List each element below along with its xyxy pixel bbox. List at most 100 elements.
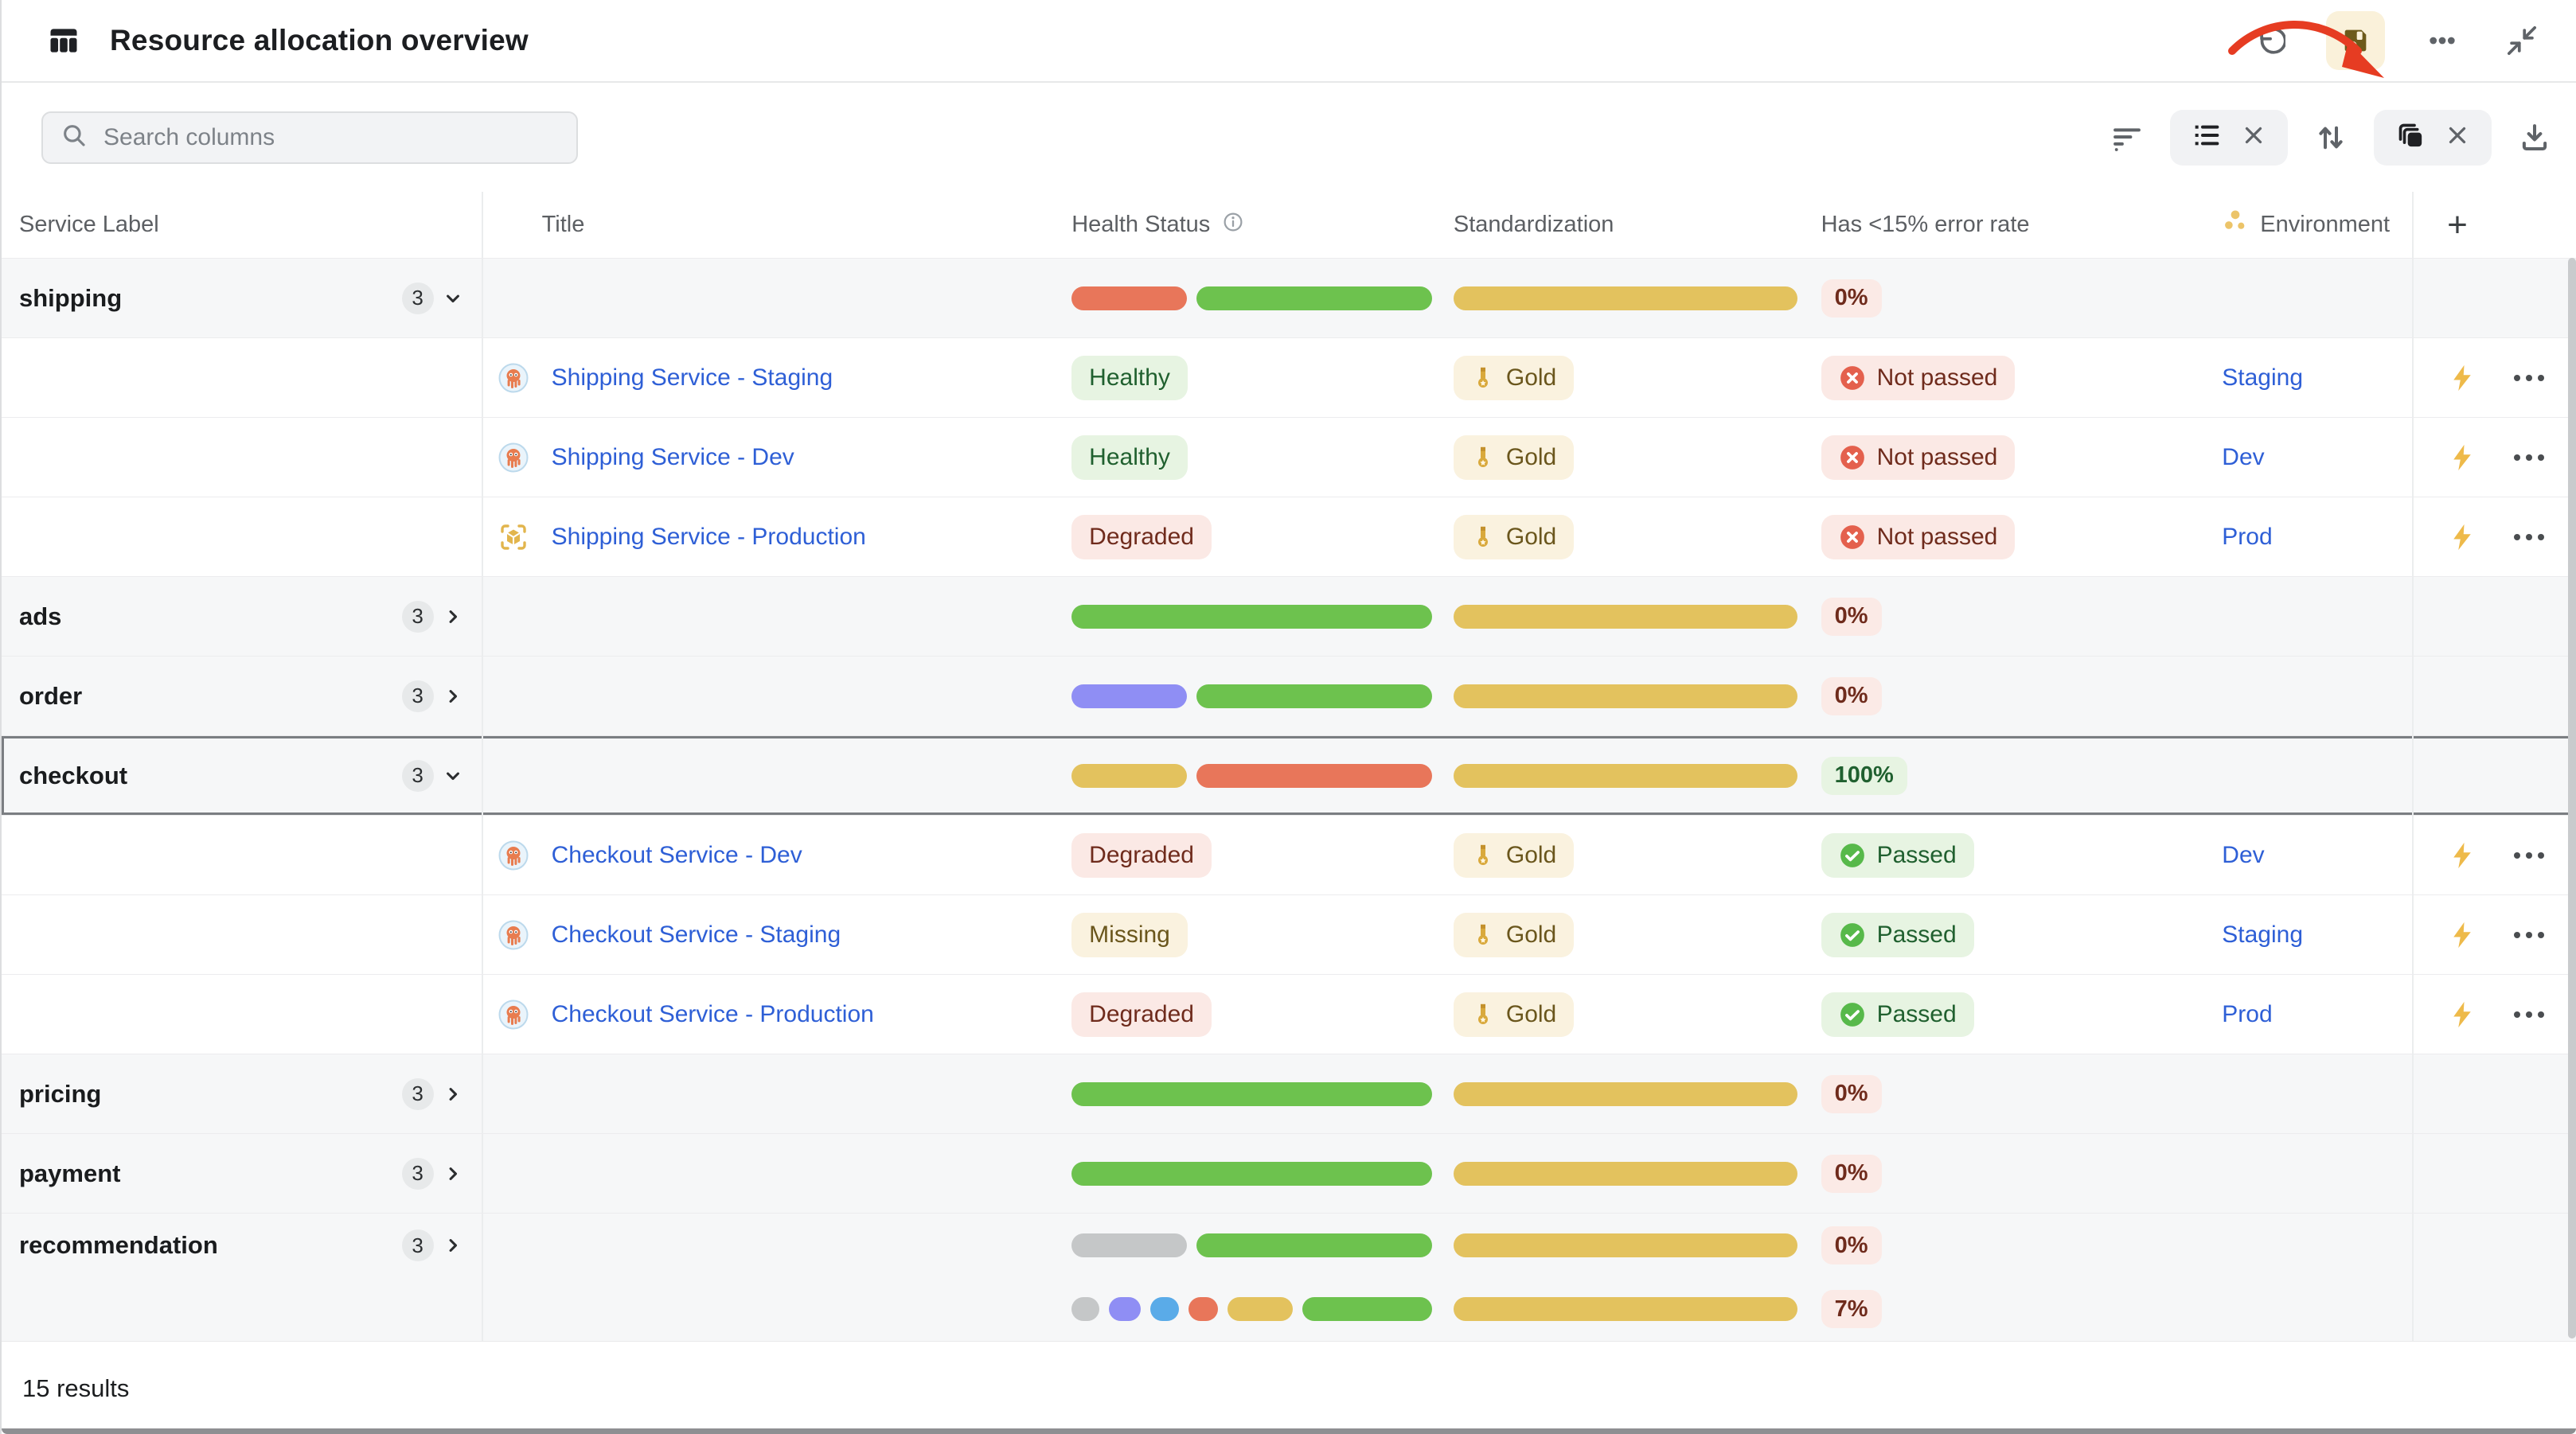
group-controls: 3: [402, 283, 482, 314]
group-by-chip[interactable]: [2170, 110, 2288, 166]
service-label-cell: recommendation3: [2, 1214, 483, 1277]
group-row[interactable]: recommendation30%: [2, 1214, 2576, 1277]
filter-icon[interactable]: [2105, 115, 2149, 160]
service-label-cell: checkout3: [2, 736, 483, 815]
group-row[interactable]: checkout3100%: [2, 736, 2576, 816]
row-menu-button[interactable]: [2514, 852, 2544, 859]
group-row[interactable]: payment30%: [2, 1134, 2576, 1214]
group-label: pricing: [19, 1080, 101, 1109]
service-label-cell: [2, 418, 483, 497]
toolbar: [2, 83, 2576, 192]
standardization-cell: Gold: [1438, 975, 1805, 1054]
group-row[interactable]: shipping30%: [2, 259, 2576, 338]
collapse-icon[interactable]: [2500, 18, 2544, 63]
row-menu-button[interactable]: [2514, 1011, 2544, 1018]
group-label: payment: [19, 1159, 120, 1188]
passed-badge: Passed: [1821, 833, 1974, 878]
environment-link[interactable]: Staging: [2222, 364, 2303, 392]
bar-segment: [1071, 286, 1187, 310]
save-button[interactable]: [2326, 11, 2385, 70]
add-column-button[interactable]: +: [2412, 192, 2576, 258]
health-status-bar: [1071, 684, 1432, 708]
chevron-down-icon[interactable]: [442, 287, 464, 310]
column-header-title[interactable]: Title: [483, 192, 1056, 258]
bar-segment: [1071, 605, 1432, 629]
health-status-bar: [1071, 1082, 1432, 1106]
clear-stack-icon[interactable]: [2444, 122, 2471, 153]
search-input[interactable]: [103, 124, 559, 151]
bolt-icon[interactable]: [2447, 920, 2477, 950]
standardization-bar: [1454, 1233, 1797, 1257]
chevron-down-icon[interactable]: [442, 765, 464, 787]
chevron-right-icon[interactable]: [442, 685, 464, 707]
bolt-icon[interactable]: [2447, 442, 2477, 473]
row-menu-button[interactable]: [2514, 932, 2544, 938]
undo-button[interactable]: [2246, 18, 2291, 63]
search-columns-box[interactable]: [41, 111, 578, 164]
health-status-cell: Healthy: [1056, 338, 1438, 417]
column-header-service-label[interactable]: Service Label: [2, 192, 483, 258]
window-bottom-edge: [2, 1428, 2576, 1434]
column-header-environment[interactable]: Environment: [2203, 192, 2412, 258]
title-cell: [483, 259, 1056, 337]
column-header-error-rate[interactable]: Has <15% error rate: [1805, 192, 2203, 258]
badge-label: Gold: [1506, 1001, 1556, 1028]
service-label-cell: [2, 1277, 483, 1341]
title-link[interactable]: Shipping Service - Dev: [552, 444, 794, 471]
bolt-icon[interactable]: [2447, 363, 2477, 393]
title-link[interactable]: Checkout Service - Production: [552, 1001, 874, 1028]
title-link[interactable]: Checkout Service - Dev: [552, 842, 802, 869]
group-controls: 3: [402, 680, 482, 712]
download-icon[interactable]: [2512, 115, 2557, 160]
chevron-right-icon[interactable]: [442, 1083, 464, 1105]
health-status-cell: [1056, 736, 1438, 815]
row-menu-button[interactable]: [2514, 375, 2544, 381]
sort-icon[interactable]: [2309, 115, 2353, 160]
column-header-health-status[interactable]: Health Status: [1056, 192, 1438, 258]
bar-segment: [1071, 684, 1187, 708]
stack-view-chip[interactable]: [2374, 110, 2492, 166]
health-status-cell: [1056, 1214, 1438, 1277]
title-cell: [483, 577, 1056, 656]
column-header-standardization[interactable]: Standardization: [1438, 192, 1805, 258]
octopus-icon: [498, 840, 529, 871]
chevron-right-icon[interactable]: [442, 1163, 464, 1185]
service-row: Checkout Service - StagingMissingGoldPas…: [2, 895, 2576, 975]
title-link[interactable]: Shipping Service - Production: [552, 524, 866, 551]
title-cell: [483, 1054, 1056, 1133]
environment-link[interactable]: Dev: [2222, 444, 2264, 471]
error-rate-badge: 0%: [1821, 1075, 1882, 1113]
row-menu-button[interactable]: [2514, 454, 2544, 461]
bolt-icon[interactable]: [2447, 1000, 2477, 1030]
environment-link[interactable]: Prod: [2222, 524, 2272, 551]
environment-link[interactable]: Dev: [2222, 842, 2264, 869]
chevron-right-icon[interactable]: [442, 606, 464, 628]
title-link[interactable]: Shipping Service - Staging: [552, 364, 833, 392]
more-options-button[interactable]: [2420, 18, 2465, 63]
healthy-badge: Healthy: [1071, 356, 1188, 400]
bolt-icon[interactable]: [2447, 522, 2477, 552]
environment-cell: [2203, 657, 2412, 735]
environment-link[interactable]: Staging: [2222, 922, 2303, 949]
table-header-row: Service Label Title Health Status Standa…: [2, 192, 2576, 258]
group-row[interactable]: order30%: [2, 657, 2576, 736]
group-row[interactable]: ads30%: [2, 577, 2576, 657]
badge-label: Missing: [1089, 922, 1170, 949]
row-menu-button[interactable]: [2514, 534, 2544, 540]
service-label-cell: pricing3: [2, 1054, 483, 1133]
bolt-icon[interactable]: [2447, 840, 2477, 871]
clear-group-icon[interactable]: [2240, 122, 2267, 153]
title-link[interactable]: Checkout Service - Staging: [552, 922, 841, 949]
chevron-right-icon[interactable]: [442, 1234, 464, 1257]
environment-cell: Staging: [2203, 338, 2412, 417]
standardization-cell: Gold: [1438, 497, 1805, 576]
info-icon[interactable]: [1221, 210, 1245, 240]
vertical-scrollbar[interactable]: [2568, 258, 2576, 1339]
service-label-cell: ads3: [2, 577, 483, 656]
health-status-bar: [1071, 1233, 1432, 1257]
environment-link[interactable]: Prod: [2222, 1001, 2272, 1028]
medal-icon: [1471, 366, 1495, 390]
group-row[interactable]: pricing3 0%: [2, 1054, 2576, 1134]
health-status-cell: [1056, 1277, 1438, 1341]
environment-cell: Dev: [2203, 418, 2412, 497]
